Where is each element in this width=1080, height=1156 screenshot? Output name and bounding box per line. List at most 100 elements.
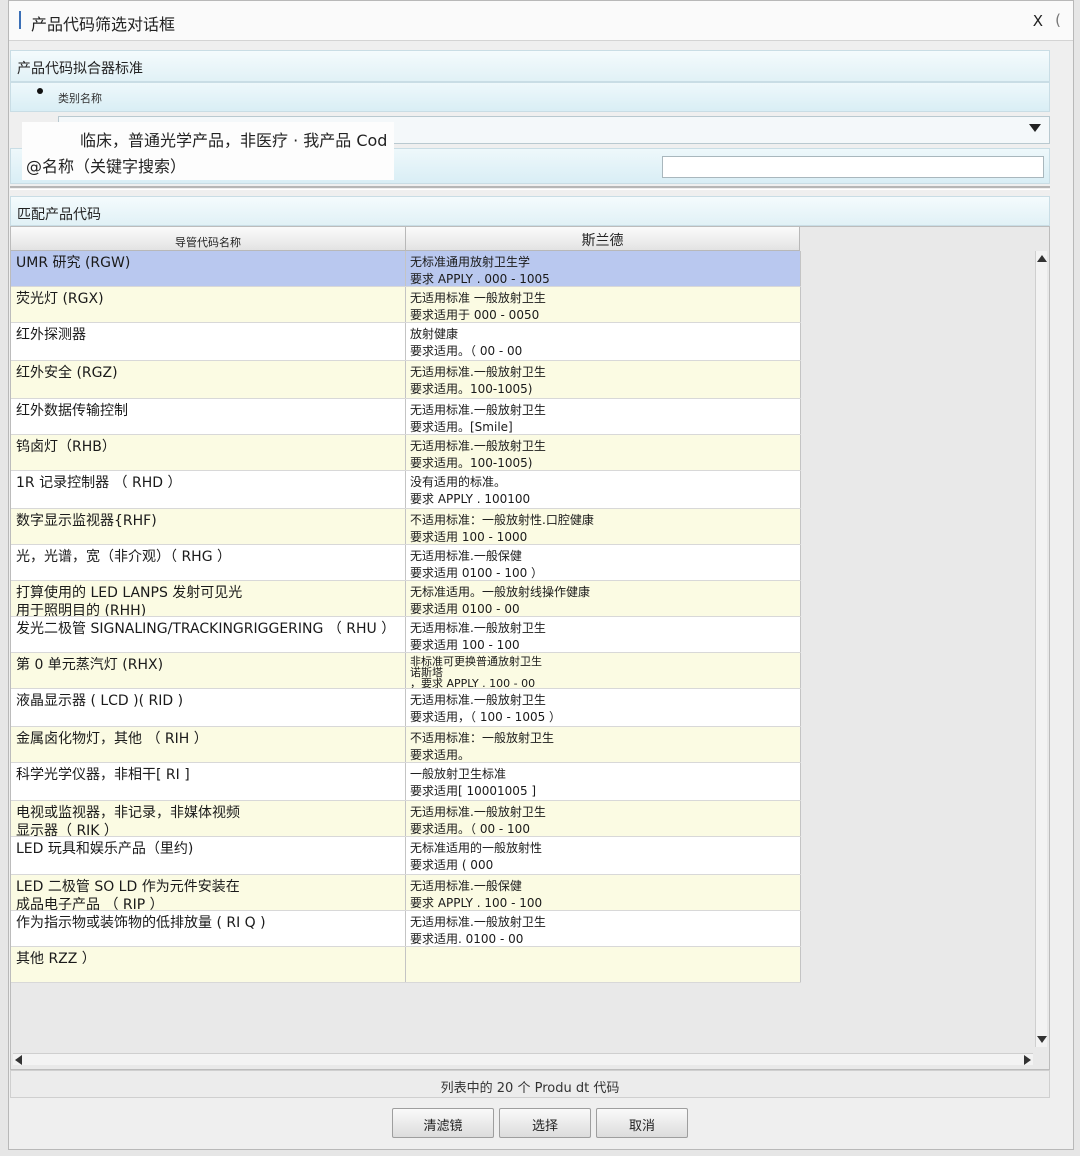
clear-filter-button[interactable]: 清滤镜 — [392, 1108, 494, 1138]
product-name-cell[interactable]: 荧光灯 (RGX) — [11, 287, 406, 322]
table-row[interactable]: 发光二极管 SIGNALING/TRACKINGRIGGERING （ RHU … — [11, 617, 801, 653]
name-search-label: @名称（关键字搜索） — [22, 150, 394, 180]
table-row[interactable]: 数字显示监视器{RHF) 不适用标准：一般放射性.口腔健康 要求适用 100 - 1… — [11, 509, 801, 545]
product-name-cell[interactable]: 第 0 单元蒸汽灯 (RHX) — [11, 653, 406, 688]
standard-text: 要求适用。（ 00 - 00 — [410, 344, 523, 358]
product-name-cell[interactable]: 1R 记录控制器 （ RHD ） — [11, 471, 406, 508]
table-row[interactable]: 荧光灯 (RGX) 无适用标准 一般放射卫生 要求适用于 000 - 0050 — [11, 287, 801, 323]
title-marker-icon — [19, 11, 21, 29]
table-row[interactable]: 光，光谱，宽（非介观）（ RHG ） 无适用标准.一般保健 要求适用 0100 - … — [11, 545, 801, 581]
product-name-cell[interactable]: 打算使用的 LED LANPS 发射可见光 用于照明目的 (RHH) — [11, 581, 406, 616]
chevron-down-icon[interactable] — [1029, 124, 1041, 132]
product-name-cell[interactable]: 光，光谱，宽（非介观）（ RHG ） — [11, 545, 406, 580]
close-button[interactable]: X — [1033, 12, 1043, 30]
product-name-cell[interactable]: 数字显示监视器{RHF) — [11, 509, 406, 544]
table-row[interactable]: 1R 记录控制器 （ RHD ） 没有适用的标准。 要求 APPLY . 10010… — [11, 471, 801, 509]
standard-text: 要求适用。100-1005) — [410, 456, 533, 470]
standard-cell[interactable]: 无适用标准.一般保健 要求 APPLY . 100 - 100 — [406, 875, 801, 910]
product-name-text: 电视或监视器，非记录，非媒体视频 — [16, 805, 240, 821]
table-row[interactable]: 钨卤灯（RHB） 无适用标准.一般放射卫生 要求适用。100-1005) — [11, 435, 801, 471]
product-name-cell[interactable]: 液晶显示器 ( LCD )( RID ) — [11, 689, 406, 726]
standard-cell[interactable]: 无适用标准.一般放射卫生 要求适用。[Smile] — [406, 399, 801, 434]
product-name-text: 数字显示监视器{RHF) — [16, 513, 157, 529]
standard-cell[interactable]: 一般放射卫生标准 要求适用[ 10001005 ] — [406, 763, 801, 800]
name-search-input[interactable] — [662, 156, 1044, 178]
product-name-text: LED 玩具和娱乐产品（里约) — [16, 841, 194, 857]
section-divider — [10, 186, 1050, 190]
table-row[interactable]: 液晶显示器 ( LCD )( RID ) 无适用标准.一般放射卫生 要求适用，（ 1… — [11, 689, 801, 727]
standard-text: 要求 APPLY . 000 - 1005 — [410, 272, 550, 286]
table-row[interactable]: 打算使用的 LED LANPS 发射可见光 用于照明目的 (RHH) 无标准适用。一… — [11, 581, 801, 617]
column-header-standard[interactable]: 斯兰德 — [406, 227, 800, 251]
product-name-cell[interactable]: 电视或监视器，非记录，非媒体视频 显示器（ RIK ）_ — [11, 801, 406, 836]
standard-cell[interactable]: 无适用标准.一般放射卫生 要求适用. 0100 - 00 — [406, 911, 801, 946]
standard-cell[interactable]: 不适用标准：一般放射卫生 要求适用。 — [406, 727, 801, 762]
standard-cell[interactable]: 无适用标准.一般放射卫生 要求适用。100-1005) — [406, 435, 801, 470]
product-name-cell[interactable]: 钨卤灯（RHB） — [11, 435, 406, 470]
standard-text: 不适用标准：一般放射性.口腔健康 — [410, 513, 594, 527]
standard-cell[interactable] — [406, 947, 801, 982]
category-dropdown-value[interactable]: 临床，普通光学产品，非医疗 · 我产品 Cod — [22, 122, 394, 152]
standard-cell[interactable]: 无适用标准 一般放射卫生 要求适用于 000 - 0050 — [406, 287, 801, 322]
standard-cell[interactable]: 非标准可更换普通放射卫生 诺斯塔 ，要求 APPLY . 100 - 00 — [406, 653, 801, 688]
table-row[interactable]: 电视或监视器，非记录，非媒体视频 显示器（ RIK ）_ 无适用标准.一般放射卫生要… — [11, 801, 801, 837]
standard-cell[interactable]: 无适用标准.一般放射卫生 要求适用 100 - 100 — [406, 617, 801, 652]
standard-cell[interactable]: 无标准适用。一般放射线操作健康 要求适用 0100 - 00 — [406, 581, 801, 616]
resize-grip-icon: ( — [1055, 11, 1061, 29]
product-name-cell[interactable]: LED 二极管 SO LD 作为元件安装在 成品电子产品 （ RIP ） — [11, 875, 406, 910]
product-name-cell[interactable]: UMR 研究 (RGW) — [11, 251, 406, 286]
product-name-text: 1R 记录控制器 （ RHD ） — [16, 475, 182, 491]
product-name-text: 作为指示物或装饰物的低排放量 ( RI Q ) — [16, 915, 266, 931]
table-row[interactable]: UMR 研究 (RGW) 无标准通用放射卫生学 要求 APPLY . 000 - 1… — [11, 251, 801, 287]
product-name-text: 钨卤灯（RHB） — [16, 439, 116, 455]
standard-text: 无适用标准.一般放射卫生 — [410, 403, 546, 417]
table-row[interactable]: 第 0 单元蒸汽灯 (RHX) 非标准可更换普通放射卫生 诺斯塔 ，要求 APPLY … — [11, 653, 801, 689]
table-row[interactable]: 红外安全 (RGZ) 无适用标准.一般放射卫生 要求适用。100-1005) — [11, 361, 801, 399]
standard-cell[interactable]: 无适用标准.一般放射卫生 要求适用。100-1005) — [406, 361, 801, 398]
product-name-cell[interactable]: LED 玩具和娱乐产品（里约) — [11, 837, 406, 874]
scroll-right-icon[interactable] — [1024, 1055, 1031, 1065]
table-row[interactable]: 红外数据传输控制 无适用标准.一般放射卫生 要求适用。[Smile] — [11, 399, 801, 435]
product-name-cell[interactable]: 红外探测器 — [11, 323, 406, 360]
cancel-button[interactable]: 取消 — [596, 1108, 688, 1138]
product-name-cell[interactable]: 红外安全 (RGZ) — [11, 361, 406, 398]
standard-cell[interactable]: 无标准通用放射卫生学 要求 APPLY . 000 - 1005 — [406, 251, 801, 286]
table-row[interactable]: LED 二极管 SO LD 作为元件安装在 成品电子产品 （ RIP ）无适用标准… — [11, 875, 801, 911]
product-name-cell[interactable]: 科学光学仪器，非相干[ RI ] — [11, 763, 406, 800]
product-name-text: LED 二极管 SO LD 作为元件安装在 — [16, 879, 240, 895]
dialog-title: 产品代码筛选对话框 — [31, 15, 176, 34]
select-button[interactable]: 选择 — [499, 1108, 591, 1138]
product-name-text: 打算使用的 LED LANPS 发射可见光 — [16, 585, 243, 601]
horizontal-scrollbar[interactable] — [13, 1053, 1033, 1065]
vertical-scrollbar[interactable] — [1035, 251, 1047, 1047]
product-name-cell[interactable]: 金属卤化物灯，其他 （ RIH ） — [11, 727, 406, 762]
product-name-cell[interactable]: 发光二极管 SIGNALING/TRACKINGRIGGERING （ RHU … — [11, 617, 406, 652]
standard-cell[interactable]: 无适用标准.一般放射卫生 要求适用，（ 100 - 1005 ） — [406, 689, 801, 726]
column-header-name[interactable]: 导管代码名称 — [11, 227, 406, 251]
product-name-text: UMR 研究 (RGW) — [16, 255, 131, 271]
standard-cell[interactable]: 不适用标准：一般放射性.口腔健康 要求适用 100 - 1000 — [406, 509, 801, 544]
standard-cell[interactable]: 无适用标准.一般保健 要求适用 0100 - 100 ） — [406, 545, 801, 580]
standard-cell[interactable]: 无适用标准.一般放射卫生 要求适用。（ 00 - 100 — [406, 801, 801, 836]
table-row[interactable]: 其他 RZZ ） — [11, 947, 801, 983]
standard-text: 要求适用 100 - 1000 — [410, 530, 528, 544]
scroll-left-icon[interactable] — [15, 1055, 22, 1065]
standard-cell[interactable]: 放射健康 要求适用。（ 00 - 00 — [406, 323, 801, 360]
scroll-up-icon[interactable] — [1037, 255, 1047, 262]
table-row[interactable]: 作为指示物或装饰物的低排放量 ( RI Q ) 无适用标准.一般放射卫生 要求适用.… — [11, 911, 801, 947]
product-name-cell[interactable]: 作为指示物或装饰物的低排放量 ( RI Q ) — [11, 911, 406, 946]
product-name-text: 光，光谱，宽（非介观）（ RHG ） — [16, 549, 232, 565]
scroll-down-icon[interactable] — [1037, 1036, 1047, 1043]
standard-cell[interactable]: 无标准适用的一般放射性 要求适用 ( 000 — [406, 837, 801, 874]
standard-text: 要求适用[ 10001005 ] — [410, 784, 537, 798]
table-row[interactable]: 科学光学仪器，非相干[ RI ] 一般放射卫生标准 要求适用[ 10001005 ] — [11, 763, 801, 801]
standard-text: 无标准适用。一般放射线操作健康 — [410, 585, 591, 599]
product-name-text: 红外安全 (RGZ) — [16, 365, 118, 381]
standard-text: 无适用标准.一般放射卫生 — [410, 439, 546, 453]
table-row[interactable]: 金属卤化物灯，其他 （ RIH ） 不适用标准：一般放射卫生 要求适用。 — [11, 727, 801, 763]
table-row[interactable]: 红外探测器 放射健康 要求适用。（ 00 - 00 — [11, 323, 801, 361]
standard-cell[interactable]: 没有适用的标准。 要求 APPLY . 100100 — [406, 471, 801, 508]
product-name-cell[interactable]: 红外数据传输控制 — [11, 399, 406, 434]
table-row[interactable]: LED 玩具和娱乐产品（里约) 无标准适用的一般放射性 要求适用 ( 000 — [11, 837, 801, 875]
product-name-cell[interactable]: 其他 RZZ ） — [11, 947, 406, 982]
